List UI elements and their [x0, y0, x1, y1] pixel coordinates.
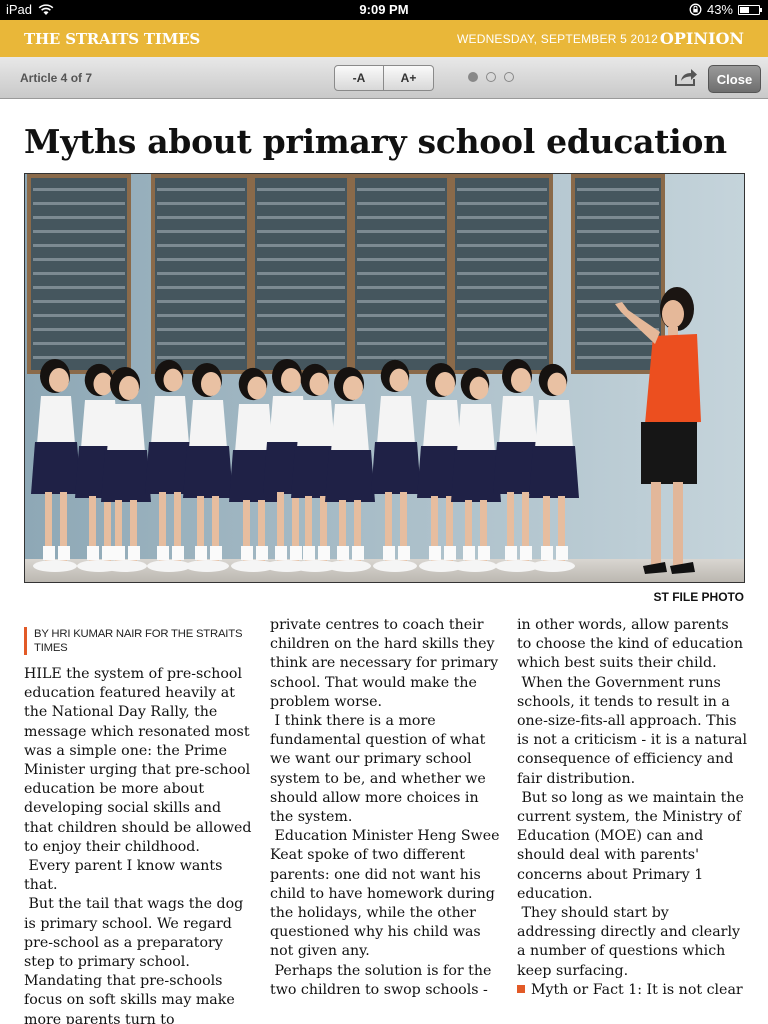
article-column-2: private centres to coach their children …: [270, 616, 500, 1000]
paragraph: But so long as we maintain the current s…: [517, 789, 744, 902]
masthead: THE STRAITS TIMES WEDNESDAY, SEPTEMBER 5…: [0, 20, 768, 57]
font-increase-button[interactable]: A+: [384, 65, 434, 91]
clock: 9:09 PM: [359, 2, 409, 17]
section-bullet-icon: [517, 984, 525, 993]
article-counter: Article 4 of 7: [20, 71, 93, 85]
issue-date: WEDNESDAY, SEPTEMBER 5 2012: [456, 32, 658, 46]
article-photo: [24, 173, 745, 583]
photo-credit: ST FILE PHOTO: [653, 590, 744, 604]
close-button[interactable]: Close: [708, 65, 761, 93]
article-headline: Myths about primary school education: [24, 122, 727, 161]
paragraph: I think there is a more fundamental ques…: [270, 713, 486, 826]
page-dot[interactable]: [504, 72, 514, 82]
page-indicator[interactable]: [468, 72, 514, 82]
paragraph: Perhaps the solution is for the two chil…: [270, 962, 492, 998]
battery-icon: [738, 4, 762, 15]
status-bar: iPad 9:09 PM 43%: [0, 0, 768, 20]
rotation-lock-icon: [689, 3, 702, 16]
reader-toolbar: Article 4 of 7 -A A+ Close: [0, 57, 768, 99]
paragraph: They should start by addressing directly…: [517, 905, 740, 979]
font-size-control: -A A+: [334, 65, 434, 91]
paragraph: in other words, allow parents to choose …: [517, 617, 743, 672]
brand-logo: THE STRAITS TIMES: [24, 30, 200, 48]
paragraph: Education Minister Heng Swee Keat spoke …: [270, 828, 500, 960]
paragraph: When the Government runs schools, it ten…: [517, 674, 747, 787]
article-column-1: BY HRI KUMAR NAIR FOR THE STRAITS TIMES …: [24, 616, 254, 1024]
font-decrease-button[interactable]: -A: [334, 65, 384, 91]
section-title: OPINION: [659, 29, 744, 48]
paragraph: HILE the system of pre-school education …: [24, 666, 252, 855]
paragraph: But the tail that wags the dog is primar…: [24, 896, 244, 1024]
paragraph: private centres to coach their children …: [270, 617, 499, 710]
classroom-photo-illustration: [25, 174, 744, 582]
battery-percent: 43%: [706, 2, 733, 17]
byline: BY HRI KUMAR NAIR FOR THE STRAITS TIMES: [24, 627, 254, 655]
article-column-3: in other words, allow parents to choose …: [517, 616, 747, 1000]
subheading: Myth or Fact 1: It is not clear: [531, 981, 743, 998]
page-dot[interactable]: [468, 72, 478, 82]
page-dot[interactable]: [486, 72, 496, 82]
share-icon[interactable]: [674, 67, 698, 87]
paragraph: Myth or Fact 1: It is not clear: [517, 981, 747, 1000]
paragraph: Every parent I know wants that.: [24, 858, 223, 894]
